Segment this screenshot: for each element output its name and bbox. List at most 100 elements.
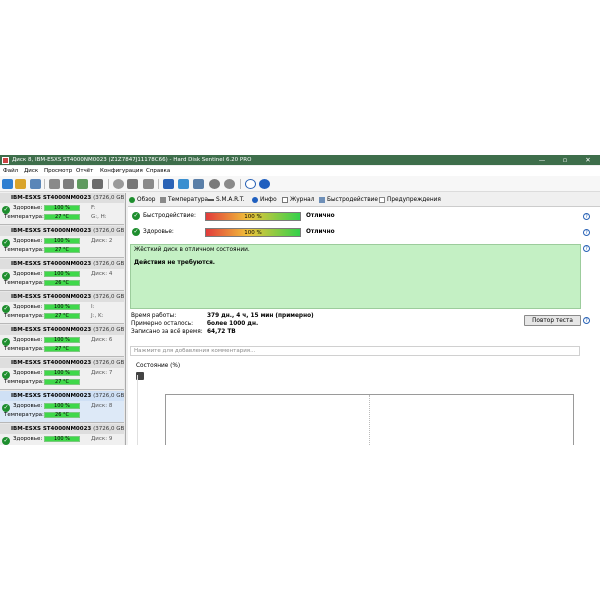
health-ok-icon: ✓ bbox=[2, 239, 10, 247]
title-bar[interactable]: Диск 8, IBM-ESXS ST4000NM0023 (Z1Z7847J1… bbox=[0, 155, 600, 165]
tool-icon[interactable] bbox=[113, 179, 124, 189]
app-window: Диск 8, IBM-ESXS ST4000NM0023 (Z1Z7847J1… bbox=[0, 155, 600, 445]
disk-name: IBM-ESXS ST4000NM0023 (3726,0 GB) Диск: … bbox=[11, 228, 126, 234]
menu-configuration[interactable]: Конфигурация bbox=[100, 168, 143, 174]
disk-card[interactable]: IBM-ESXS ST4000NM0023 (3726,0 GB) ✓ Здоро… bbox=[0, 391, 125, 423]
tab-alerts[interactable]: Предупреждения bbox=[379, 195, 441, 205]
alert-icon[interactable] bbox=[193, 179, 204, 189]
drive-letter: Диск: 2 bbox=[91, 238, 113, 244]
temperature-label: Температура: bbox=[4, 412, 44, 418]
health-ok-icon: ✓ bbox=[132, 228, 140, 236]
disk-list-panel: IBM-ESXS ST4000NM0023 (3726,0 GB) Диск✓З… bbox=[0, 193, 126, 445]
disk-card[interactable]: IBM-ESXS ST4000NM0023 (3726,0 GB) Диск✓З… bbox=[0, 292, 125, 324]
health-bar: 100 % bbox=[205, 228, 301, 237]
perf-ok-icon: ✓ bbox=[132, 212, 140, 220]
disk-name: IBM-ESXS ST4000NM0023 (3726,0 GB) Диск bbox=[11, 195, 126, 201]
menu-report[interactable]: Отчёт bbox=[76, 168, 93, 174]
temperature-label: Температура: bbox=[4, 313, 44, 319]
temperature-bar: 26 °C bbox=[44, 412, 80, 418]
drive-letter: G:, H: bbox=[91, 214, 107, 220]
settings-icon[interactable] bbox=[224, 179, 235, 189]
smart-icon bbox=[208, 198, 214, 201]
health-chart bbox=[165, 394, 574, 445]
health-label: Здоровье: bbox=[13, 337, 43, 343]
perf-label: Быстродействие: bbox=[143, 213, 196, 219]
menu-disk[interactable]: Диск bbox=[24, 168, 38, 174]
disk-check-icon[interactable] bbox=[77, 179, 88, 189]
disk-test-icon[interactable] bbox=[63, 179, 74, 189]
help-icon[interactable]: ? bbox=[583, 213, 590, 220]
perf-bar: 100 % bbox=[205, 212, 301, 221]
uptime-value: 379 дн., 4 ч, 15 мин (примерно) bbox=[207, 313, 314, 319]
written-label: Записано за всё время: bbox=[131, 329, 203, 335]
close-button[interactable]: ✕ bbox=[577, 155, 599, 165]
temperature-label: Температура: bbox=[4, 280, 44, 286]
health-label: Здоровье: bbox=[143, 229, 174, 235]
tab-log[interactable]: Журнал bbox=[282, 195, 314, 205]
disk-info-icon[interactable] bbox=[92, 179, 103, 189]
help-icon[interactable] bbox=[245, 179, 256, 189]
info-icon[interactable] bbox=[259, 179, 270, 189]
menu-view[interactable]: Просмотр bbox=[44, 168, 72, 174]
disk-card[interactable]: IBM-ESXS ST4000NM0023 (3726,0 GB) Диск: … bbox=[0, 226, 126, 258]
tab-overview[interactable]: Обзор bbox=[129, 195, 155, 205]
temperature-label: Температура: bbox=[4, 346, 44, 352]
health-label: Здоровье: bbox=[13, 304, 43, 310]
drive-icon[interactable] bbox=[127, 179, 138, 189]
tab-temperature[interactable]: Температура bbox=[160, 195, 208, 205]
health-label: Здоровье: bbox=[13, 271, 43, 277]
disk-icon[interactable] bbox=[49, 179, 60, 189]
temperature-bar: 26 °C bbox=[44, 280, 80, 286]
disk-card[interactable]: IBM-ESXS ST4000NM0023 (3726,0 GB) ✓ Здоро… bbox=[0, 424, 125, 445]
health-status: Отлично bbox=[306, 229, 335, 235]
maximize-button[interactable]: ▫ bbox=[554, 155, 576, 165]
comment-input[interactable]: Нажмите для добавления комментария... bbox=[130, 346, 580, 356]
written-value: 64,72 TB bbox=[207, 329, 236, 335]
tab-info[interactable]: Инфо bbox=[252, 195, 277, 205]
retest-button[interactable]: Повтор теста bbox=[524, 315, 581, 326]
health-label: Здоровье: bbox=[13, 436, 43, 442]
disk-name: IBM-ESXS ST4000NM0023 (3726,0 GB) bbox=[11, 327, 126, 333]
temperature-bar: 27 °C bbox=[44, 247, 80, 253]
menu-bar: Файл Диск Просмотр Отчёт Конфигурация Сп… bbox=[0, 166, 600, 176]
temperature-bar: 27 °C bbox=[44, 346, 80, 352]
send-icon[interactable] bbox=[178, 179, 189, 189]
check-icon bbox=[129, 196, 135, 203]
disk-card[interactable]: IBM-ESXS ST4000NM0023 (3726,0 GB) ✓ Здоро… bbox=[0, 325, 126, 357]
minimize-button[interactable]: — bbox=[531, 155, 553, 165]
help-icon[interactable]: ? bbox=[583, 317, 590, 324]
tab-smart[interactable]: S.M.A.R.T. bbox=[208, 195, 244, 205]
drive-letter: Диск: 4 bbox=[91, 271, 113, 277]
list-icon[interactable] bbox=[30, 179, 41, 189]
help-icon[interactable]: ? bbox=[583, 245, 590, 252]
drive-letter: J:, K: bbox=[91, 313, 104, 319]
help-icon[interactable]: ? bbox=[583, 229, 590, 236]
health-ok-icon: ✓ bbox=[2, 305, 10, 313]
drive-letter: Диск: 8 bbox=[91, 403, 113, 409]
health-bar: 100 % bbox=[44, 304, 80, 310]
report-icon[interactable] bbox=[163, 179, 174, 189]
gear-icon[interactable] bbox=[209, 179, 220, 189]
drive-letter: I: bbox=[91, 304, 95, 310]
toolbar bbox=[0, 176, 600, 192]
health-ok-icon: ✓ bbox=[2, 338, 10, 346]
menu-file[interactable]: Файл bbox=[3, 168, 18, 174]
health-bar: 100 % bbox=[44, 436, 80, 442]
health-ok-icon: ✓ bbox=[2, 272, 10, 280]
health-label: Здоровье: bbox=[13, 238, 43, 244]
disk-card[interactable]: IBM-ESXS ST4000NM0023 (3726,0 GB) ✓ Здоро… bbox=[0, 358, 125, 390]
disk-card[interactable]: IBM-ESXS ST4000NM0023 (3726,0 GB) ✓ Здоро… bbox=[0, 259, 125, 291]
overview-panel: ✓ Быстродействие: 100 % Отлично ? ✓ Здор… bbox=[128, 206, 600, 445]
temperature-bar: 27 °C bbox=[44, 214, 80, 220]
temperature-label: Температура: bbox=[4, 247, 44, 253]
network-icon[interactable] bbox=[143, 179, 154, 189]
health-label: Здоровье: bbox=[13, 403, 43, 409]
drive-letter: Диск: 7 bbox=[91, 370, 113, 376]
drive-letter: Диск: 6 bbox=[91, 337, 113, 343]
disk-card[interactable]: IBM-ESXS ST4000NM0023 (3726,0 GB) Диск✓З… bbox=[0, 193, 126, 225]
refresh-icon[interactable] bbox=[2, 179, 13, 189]
action-text: Действия не требуются. bbox=[134, 260, 216, 266]
detect-icon[interactable] bbox=[15, 179, 26, 189]
tab-performance[interactable]: Быстродействие bbox=[319, 195, 378, 205]
menu-help[interactable]: Справка bbox=[146, 168, 170, 174]
